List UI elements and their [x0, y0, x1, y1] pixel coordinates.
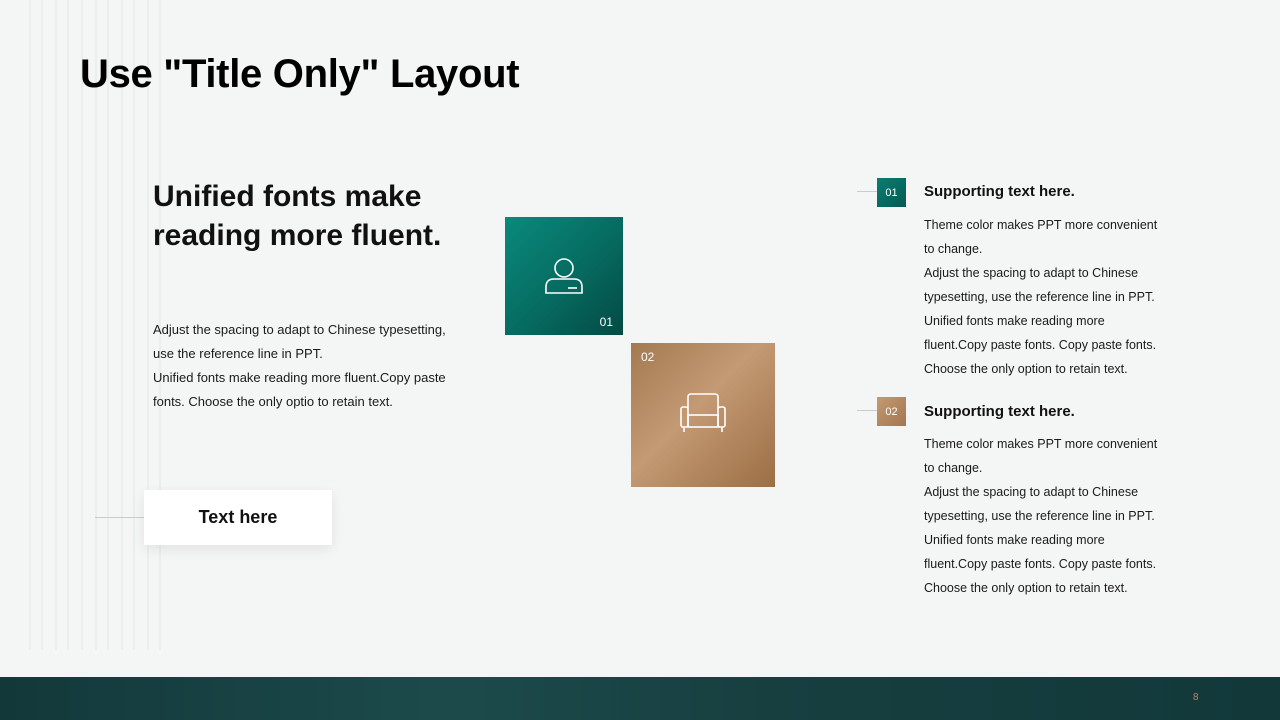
section-body-line: use the reference line in PPT.	[153, 346, 323, 361]
item-title: Supporting text here.	[924, 403, 1075, 420]
tile-02: 02	[631, 343, 775, 487]
item-body-line: Choose the only option to retain text.	[924, 362, 1128, 376]
item-body-line: fluent.Copy paste fonts. Copy paste font…	[924, 557, 1157, 571]
item-body-line: Unified fonts make reading more	[924, 314, 1105, 328]
item-body-line: Theme color makes PPT more convenient	[924, 218, 1158, 232]
item-body-line: Unified fonts make reading more	[924, 533, 1105, 547]
item-body-line: Adjust the spacing to adapt to Chinese	[924, 266, 1139, 280]
item-connector-line	[857, 191, 877, 192]
item-body-line: Choose the only option to retain text.	[924, 581, 1128, 595]
footer-bar	[0, 677, 1280, 720]
item-body-line: typesetting, use the reference line in P…	[924, 290, 1155, 304]
item-body: Theme color makes PPT more convenient to…	[924, 213, 1189, 381]
section-body-line: Adjust the spacing to adapt to Chinese t…	[153, 322, 446, 337]
item-body-line: fluent.Copy paste fonts. Copy paste font…	[924, 338, 1157, 352]
page-number: 8	[1193, 692, 1199, 703]
tile-number: 02	[641, 350, 655, 364]
armchair-icon	[680, 393, 726, 432]
item-body-line: typesetting, use the reference line in P…	[924, 509, 1155, 523]
person-icon	[545, 258, 583, 294]
section-body-line: fonts. Choose the only optio to retain t…	[153, 394, 393, 409]
tile-number: 01	[599, 315, 613, 329]
item-body: Theme color makes PPT more convenient to…	[924, 432, 1189, 600]
tile-01: 01	[505, 217, 623, 335]
item-connector-line	[857, 410, 877, 411]
section-body: Adjust the spacing to adapt to Chinese t…	[153, 318, 473, 414]
section-heading: Unified fonts make reading more fluent.	[153, 180, 442, 252]
item-badge: 01	[877, 178, 906, 207]
item-body-line: Theme color makes PPT more convenient	[924, 437, 1158, 451]
section-body-line: Unified fonts make reading more fluent.C…	[153, 370, 446, 385]
item-body-line: to change.	[924, 242, 983, 256]
item-body-line: to change.	[924, 461, 983, 475]
item-badge: 02	[877, 397, 906, 426]
slide-title: Use "Title Only" Layout	[80, 52, 520, 96]
text-here-button[interactable]: Text here	[144, 490, 332, 545]
item-body-line: Adjust the spacing to adapt to Chinese	[924, 485, 1139, 499]
item-title: Supporting text here.	[924, 183, 1075, 200]
